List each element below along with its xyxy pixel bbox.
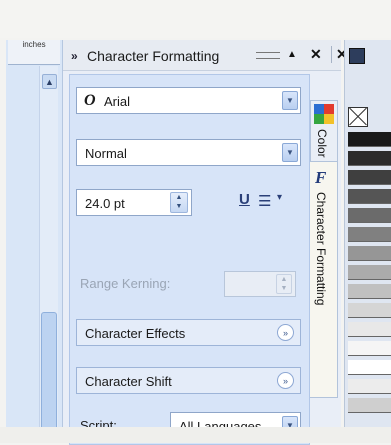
titlebar-drag-lines [256, 52, 280, 59]
window-top-strip [0, 0, 391, 38]
chevron-down-icon[interactable]: ▼ [282, 143, 298, 162]
color-swatch[interactable] [348, 151, 391, 166]
font-size-field[interactable]: 24.0 pt ▲ ▼ [76, 189, 192, 216]
character-formatting-docker: » Character Formatting ▲ ✕ ✕ O Arial ▼ N… [63, 40, 348, 445]
chevron-down-icon[interactable]: ▾ [277, 192, 282, 203]
character-effects-label: Character Effects [85, 326, 186, 341]
color-swatch[interactable] [348, 379, 391, 394]
scrollbar-thumb[interactable] [41, 312, 57, 432]
chevron-down-icon[interactable]: ▼ [282, 91, 298, 110]
tab-character-formatting-label: Character Formatting [314, 192, 328, 306]
color-swatch[interactable] [348, 398, 391, 413]
docker-close-button[interactable]: ✕ [310, 46, 322, 63]
color-swatch[interactable] [348, 303, 391, 318]
character-shift-label: Character Shift [85, 374, 172, 389]
character-formatting-panel: O Arial ▼ Normal ▼ 24.0 pt ▲ ▼ U ☰ ▾ Rang… [69, 74, 310, 445]
docker-titlebar[interactable]: » Character Formatting ▲ ✕ ✕ [63, 40, 348, 71]
range-kerning-spinner-icon[interactable]: ▲ ▼ [276, 274, 292, 294]
underline-icon[interactable]: U [239, 191, 250, 208]
range-kerning-field[interactable]: ▲ ▼ [224, 271, 296, 297]
docker-pin-icon[interactable]: ▲ [287, 49, 297, 60]
font-dropdown[interactable]: O Arial ▼ [76, 87, 301, 114]
character-formatting-icon: F [315, 168, 327, 187]
character-shift-section[interactable]: Character Shift » [76, 367, 301, 394]
color-swatch[interactable] [348, 170, 391, 185]
color-swatch[interactable] [348, 265, 391, 280]
color-wheel-icon [314, 104, 334, 124]
color-swatch[interactable] [348, 341, 391, 356]
color-swatch[interactable] [348, 208, 391, 223]
opentype-font-icon: O [84, 92, 96, 109]
color-swatch[interactable] [348, 132, 391, 147]
color-swatch[interactable] [348, 246, 391, 261]
docker-title: Character Formatting [87, 48, 220, 64]
expand-chevron-icon[interactable]: » [277, 324, 294, 341]
scroll-up-arrow-icon[interactable]: ▲ [42, 74, 57, 89]
color-swatch[interactable] [348, 227, 391, 242]
font-size-value: 24.0 pt [85, 196, 125, 211]
font-style-dropdown[interactable]: Normal ▼ [76, 139, 301, 166]
tab-color-label: Color [315, 129, 329, 158]
no-color-swatch[interactable] [348, 107, 368, 127]
window-bottom-strip [0, 427, 391, 443]
expand-chevron-icon[interactable]: » [277, 372, 294, 389]
palette-menu-icon[interactable] [349, 48, 365, 64]
font-size-spinner-icon[interactable]: ▲ ▼ [170, 192, 188, 213]
tab-character-formatting[interactable]: F Character Formatting [310, 161, 338, 398]
docker-grip-icon[interactable]: » [71, 49, 78, 63]
character-effects-section[interactable]: Character Effects » [76, 319, 301, 346]
font-name: Arial [104, 94, 131, 109]
font-style-value: Normal [85, 146, 127, 161]
vertical-ruler: inches ▲ [6, 40, 63, 443]
color-palette [344, 40, 391, 443]
strikethrough-icon[interactable]: ☰ [258, 192, 271, 210]
color-swatch[interactable] [348, 284, 391, 299]
range-kerning-label: Range Kerning: [80, 276, 171, 291]
ruler-units-label: inches [8, 40, 60, 65]
color-swatch[interactable] [348, 360, 391, 375]
color-swatch[interactable] [348, 189, 391, 204]
color-swatch[interactable] [348, 322, 391, 337]
